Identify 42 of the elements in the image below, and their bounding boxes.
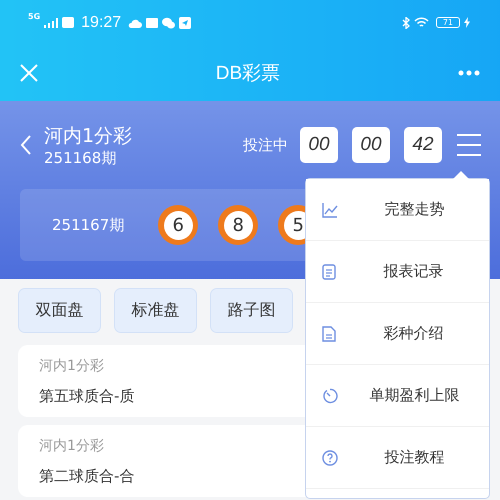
help-icon [322, 450, 338, 466]
menu-label: 报表记录 [382, 262, 444, 281]
mode-tab[interactable]: 标准盘 [114, 288, 197, 333]
lottery-ball: 8 [218, 205, 258, 245]
back-icon[interactable] [20, 135, 32, 155]
more-icon[interactable] [458, 70, 480, 76]
countdown-digits: 42 [404, 127, 442, 163]
card-bet-name: 第五球质合-质 [39, 386, 134, 406]
countdown-digits: 00 [352, 127, 390, 163]
lottery-ball: 6 [158, 205, 198, 245]
mode-tab[interactable]: 双面盘 [18, 288, 101, 333]
menu-label: 单期盈利上限 [368, 386, 460, 405]
charging-icon [464, 17, 470, 28]
network-label: 5G [28, 12, 40, 21]
mode-tab[interactable]: 路子图 [210, 288, 293, 333]
menu-icon[interactable] [456, 133, 482, 157]
signal-icon [44, 18, 58, 28]
wifi-icon [414, 17, 429, 28]
window-title: DB彩票 [216, 62, 280, 86]
menu-label: 彩种介绍 [382, 324, 444, 343]
countdown-digits: 00 [300, 127, 338, 163]
issue-number: 251168期 [44, 148, 118, 168]
send-icon [179, 16, 192, 28]
betting-status: 投注中 [243, 136, 288, 154]
card-game-name: 河内1分彩 [39, 356, 104, 374]
document-icon [322, 264, 336, 280]
clock-time: 19:27 [81, 14, 122, 32]
draw-issue: 251167期 [52, 216, 124, 234]
chat-icon [162, 16, 176, 28]
game-name: 河内1分彩 [44, 124, 132, 148]
close-icon[interactable] [20, 64, 38, 82]
menu-label: 完整走势 [384, 200, 446, 219]
menu-item[interactable]: 完整走势 [306, 179, 489, 241]
menu-label: 投注教程 [384, 448, 446, 467]
bluetooth-icon [402, 16, 410, 28]
card-game-name: 河内1分彩 [39, 436, 104, 454]
card-bet-name: 第二球质合-合 [39, 466, 134, 486]
timer-icon [322, 388, 338, 404]
file-icon [322, 326, 336, 342]
chart-icon [322, 202, 338, 218]
cloud-icon [128, 18, 142, 28]
battery-level: 71 [436, 17, 460, 28]
